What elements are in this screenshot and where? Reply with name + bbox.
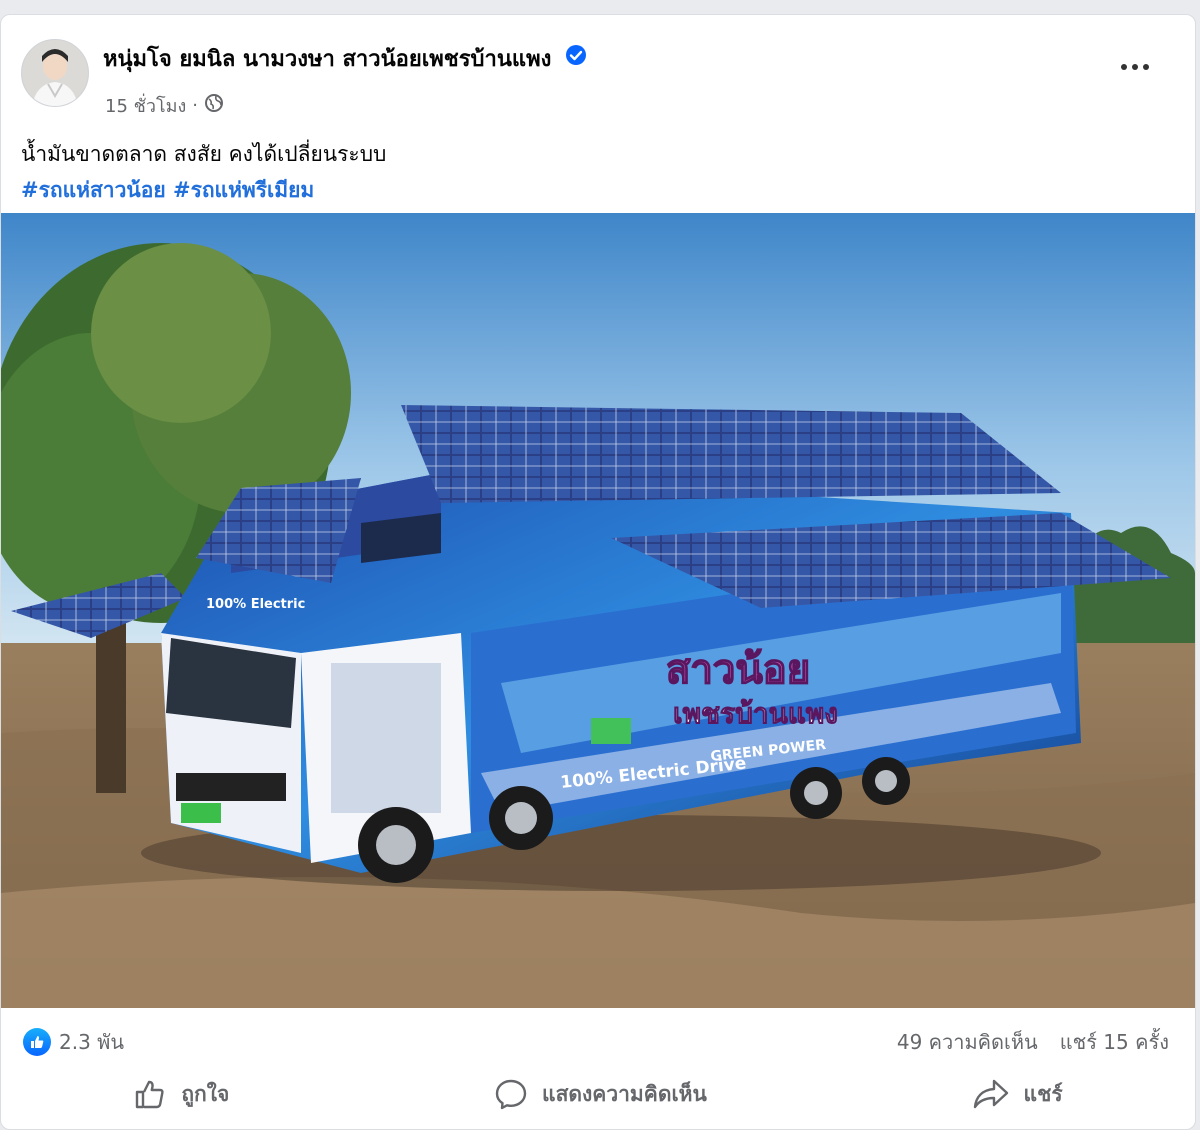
share-arrow-icon	[972, 1077, 1010, 1111]
post-timestamp[interactable]: 15 ชั่วโมง	[105, 91, 186, 120]
reactions-summary[interactable]: 2.3 พัน	[23, 1026, 124, 1058]
author-avatar[interactable]	[21, 39, 89, 107]
post-stats: 2.3 พัน 49 ความคิดเห็น แชร์ 15 ครั้ง	[1, 1020, 1195, 1060]
like-reaction-icon	[23, 1028, 51, 1056]
post-card: หนุ่มโจ ยมนิล นามวงษา สาวน้อยเพชรบ้านแพง…	[0, 14, 1196, 1130]
meta-separator: ·	[192, 95, 199, 116]
post-header: หนุ่มโจ ยมนิล นามวงษา สาวน้อยเพชรบ้านแพง…	[1, 15, 1195, 215]
comment-button-label: แสดงความคิดเห็น	[542, 1081, 707, 1106]
stats-divider	[21, 1063, 1175, 1064]
comment-bubble-icon	[494, 1077, 528, 1111]
author-name-text[interactable]: หนุ่มโจ ยมนิล นามวงษา สาวน้อยเพชรบ้านแพง	[103, 47, 551, 72]
share-button[interactable]: แชร์	[952, 1067, 1083, 1121]
like-button[interactable]: ถูกใจ	[113, 1067, 249, 1121]
post-hashtags: #รถแห่สาวน้อย #รถแห่พรีเมียม	[21, 173, 314, 207]
comments-count[interactable]: 49 ความคิดเห็น	[897, 1026, 1038, 1058]
bus-front-text: 100% Electric	[206, 597, 305, 612]
bus-title-line2: เพชรบ้านแพง	[673, 697, 838, 730]
likes-count[interactable]: 2.3 พัน	[59, 1026, 124, 1058]
share-button-label: แชร์	[1023, 1081, 1063, 1106]
post-meta: 15 ชั่วโมง ·	[105, 91, 224, 120]
bus-title-line1: สาวน้อย	[666, 647, 810, 693]
post-photo[interactable]: สาวน้อย เพชรบ้านแพง 100% Electric Drive …	[1, 213, 1195, 1008]
hashtag-link-2[interactable]: #รถแห่พรีเมียม	[173, 178, 314, 202]
post-text: น้ำมันขาดตลาด สงสัย คงได้เปลี่ยนระบบ	[21, 142, 387, 166]
engagement-counts: 49 ความคิดเห็น แชร์ 15 ครั้ง	[897, 1026, 1169, 1058]
more-options-icon[interactable]	[1115, 57, 1155, 77]
globe-icon[interactable]	[204, 93, 224, 118]
post-actions: ถูกใจ แสดงความคิดเห็น แชร์	[1, 1067, 1195, 1121]
shares-count[interactable]: แชร์ 15 ครั้ง	[1060, 1026, 1169, 1058]
like-button-label: ถูกใจ	[181, 1081, 230, 1106]
thumbs-up-icon	[133, 1077, 167, 1111]
hashtag-link-1[interactable]: #รถแห่สาวน้อย	[21, 178, 166, 202]
comment-button[interactable]: แสดงความคิดเห็น	[474, 1067, 727, 1121]
author-name[interactable]: หนุ่มโจ ยมนิล นามวงษา สาวน้อยเพชรบ้านแพง	[103, 41, 587, 76]
verified-badge-icon	[565, 44, 587, 72]
